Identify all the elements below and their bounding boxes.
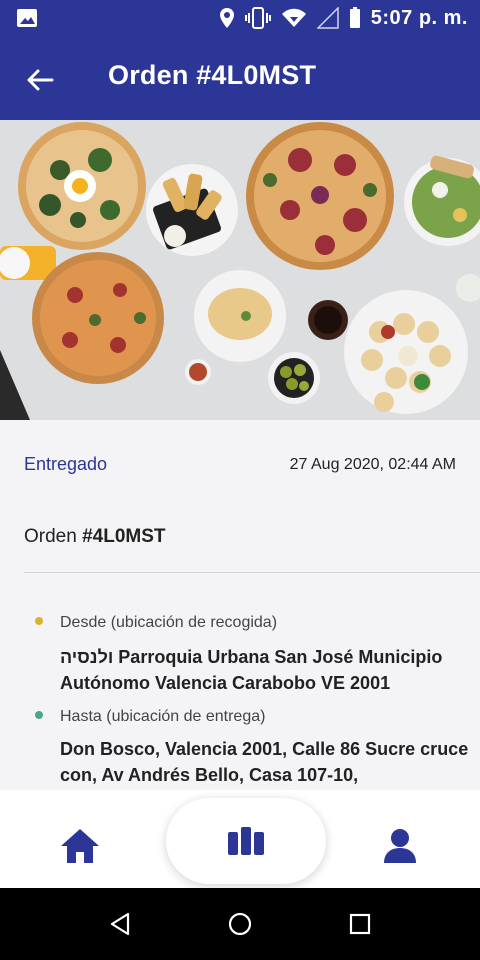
profile-icon (384, 829, 416, 863)
back-icon (110, 912, 130, 936)
divider (24, 572, 480, 573)
clock-time: 5:07 p. m. (370, 6, 468, 29)
back-button[interactable] (22, 62, 58, 98)
app-bar: Orden #4L0MST (0, 36, 480, 120)
hero-image (0, 120, 480, 420)
order-code: #4L0MST (82, 526, 166, 547)
food-spread-photo (0, 120, 480, 420)
dropoff-dot (35, 711, 43, 719)
order-number: Orden #4L0MST (24, 526, 166, 548)
location-icon (219, 8, 234, 28)
arrow-back-icon (27, 69, 54, 91)
pickup-dot (35, 617, 43, 625)
bottom-nav (0, 790, 480, 888)
image-icon (17, 9, 37, 27)
page-title: Orden #4L0MST (108, 60, 317, 90)
pickup-label: Desde (ubicación de recogida) (60, 614, 278, 631)
system-nav-bar (0, 888, 480, 960)
system-home-button[interactable] (226, 910, 254, 938)
order-datetime: 27 Aug 2020, 02:44 AM (289, 456, 456, 473)
pickup-address: ולנסיה Parroquia Urbana San José Municip… (60, 647, 443, 693)
dropoff-label: Hasta (ubicación de entrega) (60, 708, 266, 725)
status-bar: 5:07 p. m. (0, 0, 480, 36)
home-circle-icon (228, 912, 252, 936)
system-recents-button[interactable] (346, 910, 374, 938)
order-details: Entregado 27 Aug 2020, 02:44 AM Orden #4… (0, 420, 480, 790)
battery-icon (349, 7, 360, 28)
status-icons: 5:07 p. m. (219, 0, 468, 36)
status-badge: Entregado (24, 454, 108, 474)
recents-icon (349, 913, 371, 935)
vibrate-icon (244, 7, 271, 29)
orders-icon (228, 827, 264, 855)
order-label: Orden (24, 526, 83, 547)
home-icon (61, 829, 99, 863)
system-back-button[interactable] (106, 910, 134, 938)
wifi-icon (281, 8, 306, 27)
nav-home-button[interactable] (58, 826, 102, 866)
signal-icon (316, 7, 339, 29)
nav-profile-button[interactable] (380, 826, 420, 866)
nav-orders-button[interactable] (166, 798, 326, 884)
dropoff-address: Don Bosco, Valencia 2001, Calle 86 Sucre… (60, 739, 469, 785)
